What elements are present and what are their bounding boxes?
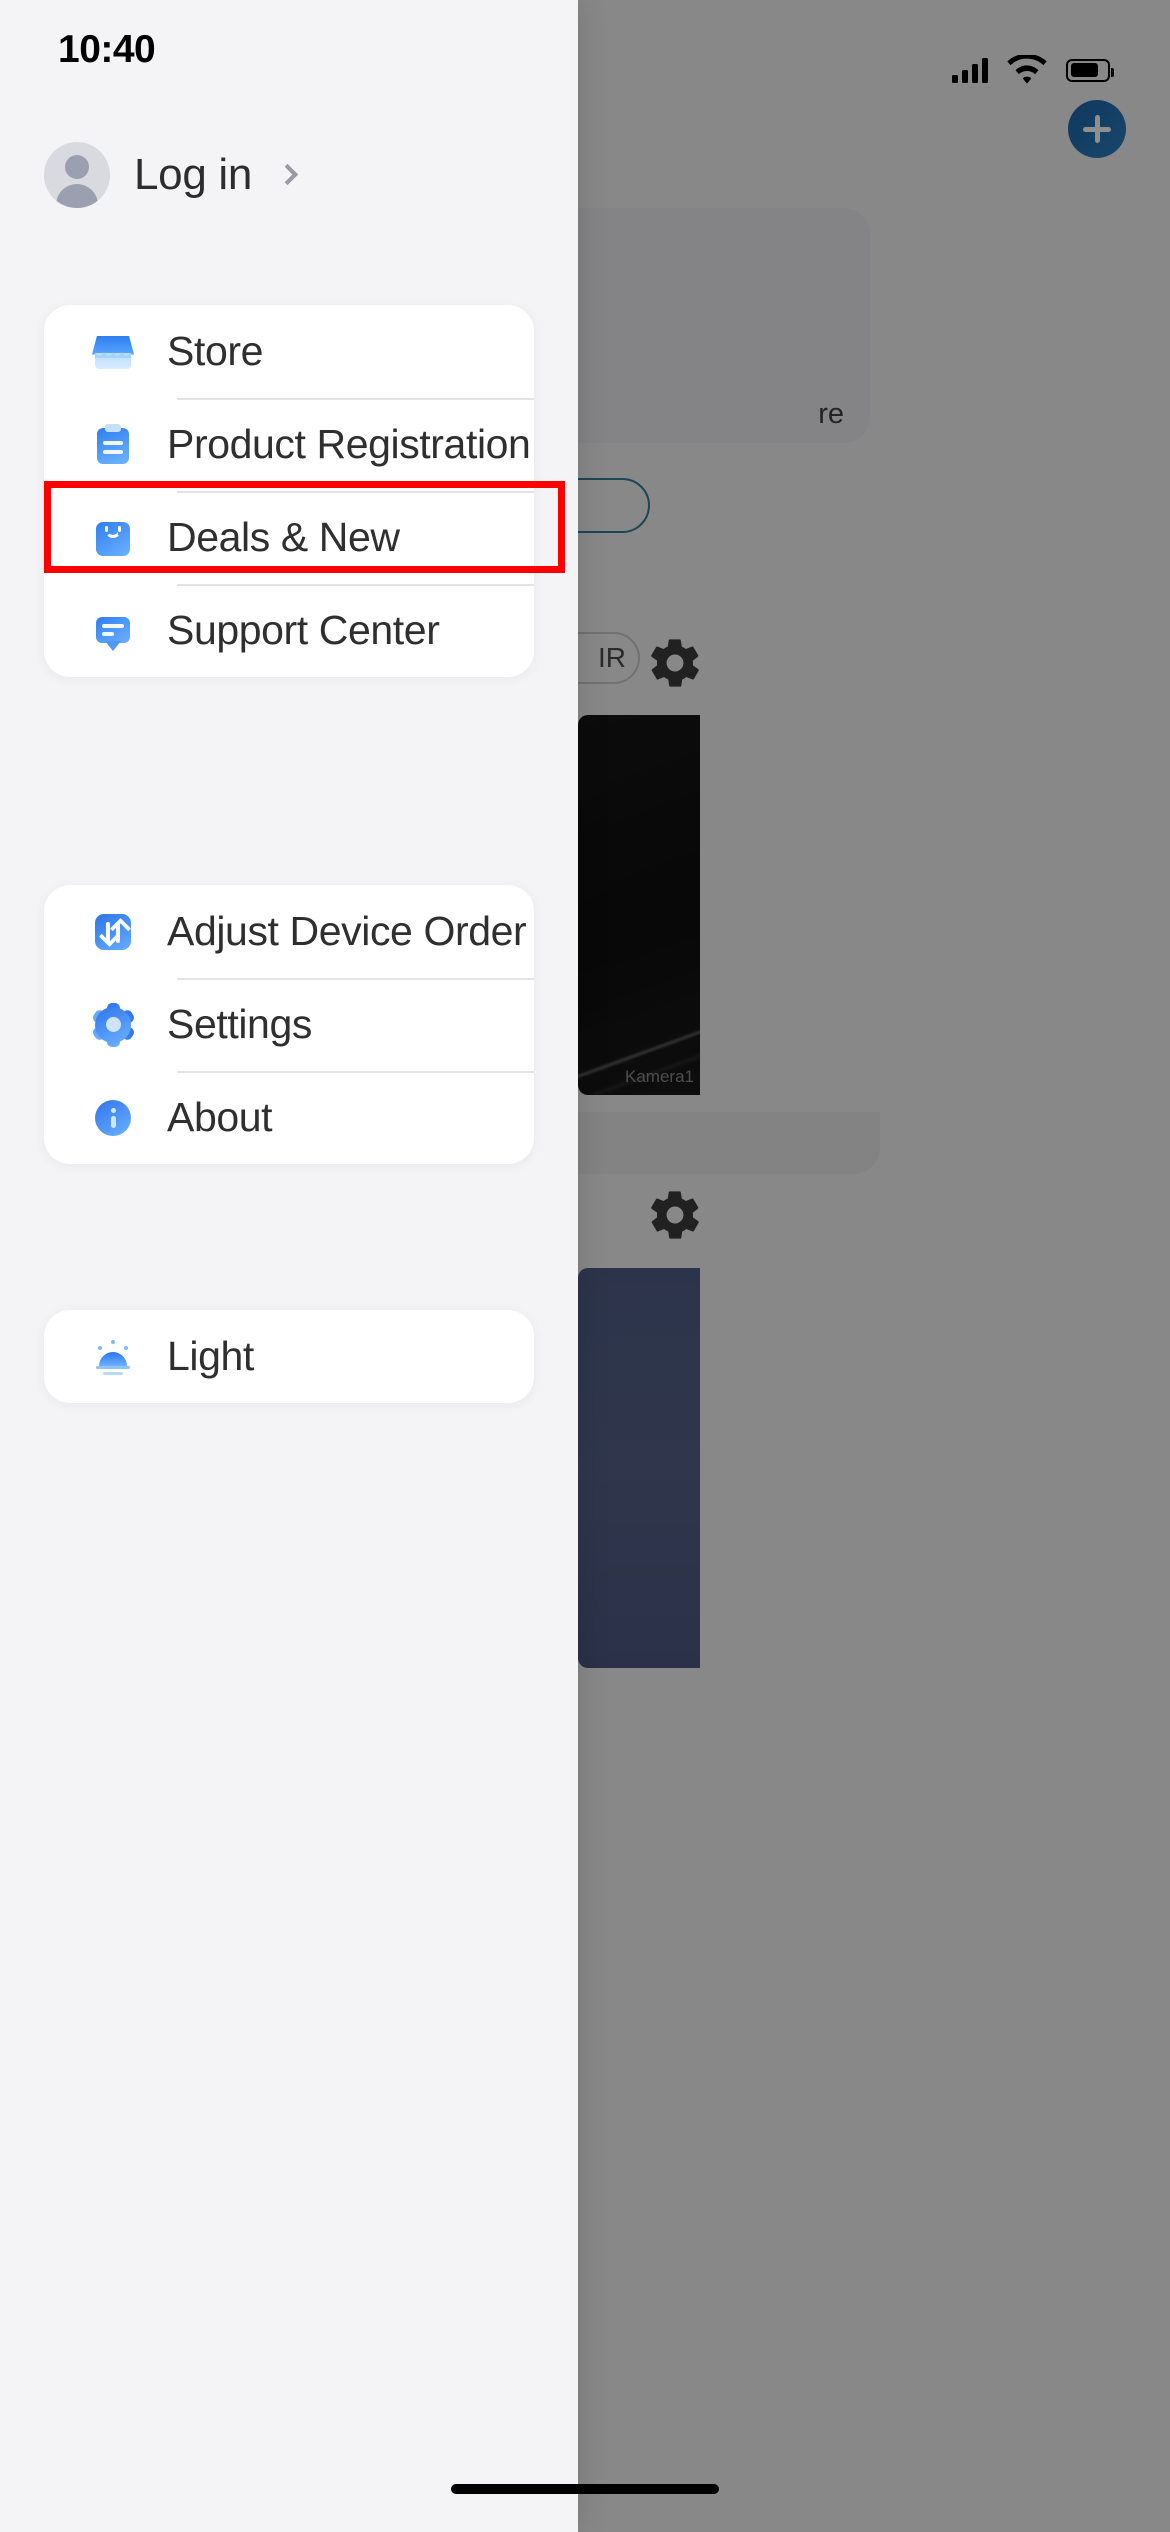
menu-group-main: Store Product Registration Deals & New S… bbox=[44, 305, 534, 677]
home-indicator-bar bbox=[451, 2484, 719, 2494]
menu-item-label: Product Registration bbox=[167, 421, 531, 467]
light-dome-icon bbox=[90, 1334, 136, 1380]
menu-group-tools: Adjust Device Order Settings About bbox=[44, 885, 534, 1164]
menu-item-about[interactable]: About bbox=[44, 1071, 534, 1164]
menu-item-label: Adjust Device Order bbox=[167, 908, 527, 954]
person-avatar-icon bbox=[44, 142, 110, 208]
menu-group-light: Light bbox=[44, 1310, 534, 1403]
menu-item-label: About bbox=[167, 1094, 273, 1140]
sort-arrows-icon bbox=[90, 909, 136, 955]
menu-item-label: Light bbox=[167, 1333, 254, 1379]
menu-item-support-center[interactable]: Support Center bbox=[44, 584, 534, 677]
menu-item-adjust-device-order[interactable]: Adjust Device Order bbox=[44, 885, 534, 978]
shopping-bag-icon bbox=[90, 515, 136, 561]
storefront-icon bbox=[90, 329, 136, 375]
menu-item-product-registration[interactable]: Product Registration bbox=[44, 398, 534, 491]
info-circle-icon bbox=[90, 1095, 136, 1141]
clipboard-icon bbox=[90, 422, 136, 468]
menu-item-label: Deals & New bbox=[167, 514, 400, 560]
gear-icon bbox=[90, 1002, 136, 1048]
login-row[interactable]: Log in bbox=[44, 142, 299, 208]
chat-bubble-icon bbox=[90, 608, 136, 654]
chevron-right-icon bbox=[276, 163, 299, 185]
login-label: Log in bbox=[134, 150, 253, 199]
menu-item-label: Support Center bbox=[167, 607, 440, 653]
menu-item-settings[interactable]: Settings bbox=[44, 978, 534, 1071]
menu-item-label: Settings bbox=[167, 1001, 312, 1047]
menu-item-light[interactable]: Light bbox=[44, 1310, 534, 1403]
menu-item-store[interactable]: Store bbox=[44, 305, 534, 398]
menu-item-label: Store bbox=[167, 328, 263, 374]
side-drawer: 10:40 Log in Store Product Registration bbox=[0, 0, 578, 2532]
status-bar: 10:40 bbox=[0, 0, 578, 100]
menu-item-deals-and-new[interactable]: Deals & New bbox=[44, 491, 534, 584]
status-bar-time: 10:40 bbox=[58, 28, 156, 71]
